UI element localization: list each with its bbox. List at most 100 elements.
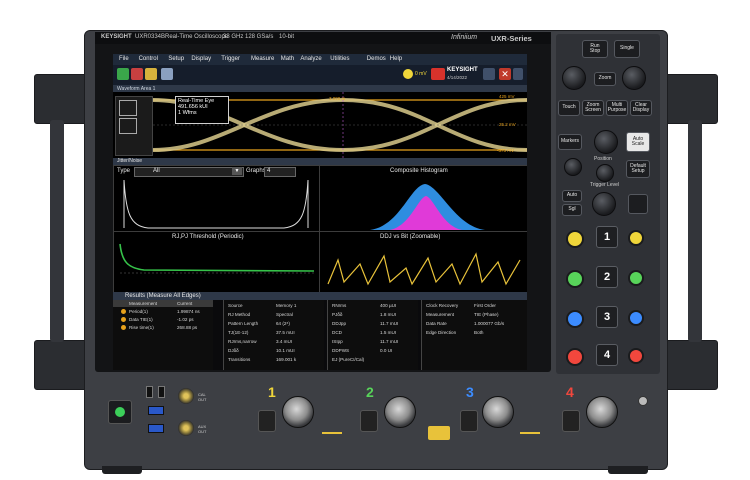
trigger-level-knob[interactable] <box>592 192 616 216</box>
table-row[interactable]: Period(1) 1.99874 ns <box>113 308 213 315</box>
table-row[interactable]: Rise time(1) 268.88 ps <box>113 324 213 331</box>
ground-terminal[interactable] <box>638 396 648 406</box>
single-trigger-button[interactable]: Sgl <box>562 204 582 216</box>
power-button[interactable] <box>108 400 132 424</box>
default-setup-button[interactable]: Default Setup <box>626 160 650 178</box>
usb-port-2[interactable] <box>148 424 164 433</box>
result-value: 3.4 mUI <box>276 339 293 344</box>
channel-3-offset-knob[interactable] <box>628 310 644 326</box>
zoom-button[interactable]: Zoom <box>594 72 616 86</box>
horizontal-scale-knob[interactable] <box>562 66 586 90</box>
table-row[interactable]: Data TIE(1) -1.02 ps <box>113 316 213 323</box>
menu-item-display[interactable]: Display <box>191 56 211 62</box>
eye-tab-icon <box>119 100 137 116</box>
position-knob[interactable] <box>564 158 582 176</box>
menu-item-setup[interactable]: Setup <box>168 56 184 62</box>
touch-button[interactable]: Touch <box>558 100 580 116</box>
channel-2-scale-knob[interactable] <box>566 270 584 288</box>
measure-toolbar-button[interactable] <box>161 68 173 80</box>
channel-3-probe-latch[interactable] <box>460 410 478 432</box>
channel-3-input-connector[interactable] <box>482 396 514 428</box>
menu-item-trigger[interactable]: Trigger <box>221 56 240 62</box>
results-table[interactable]: Measurement Current Period(1) 1.99874 ns… <box>113 300 213 370</box>
menu-item-file[interactable]: File <box>119 56 129 62</box>
menu-item-demos[interactable]: Demos <box>367 56 386 62</box>
markers-button[interactable]: Markers <box>558 134 582 150</box>
channel-1-input-connector[interactable] <box>282 396 314 428</box>
minimize-button[interactable] <box>483 68 495 80</box>
channel-1-button[interactable]: 1 <box>596 226 618 248</box>
waveform-panel[interactable]: Real-Time Eye 491.656 kUI 1 Wfms 3.000 m… <box>113 92 527 159</box>
channel-3-indicator <box>520 432 540 434</box>
display-screen[interactable]: File Control Setup Display Trigger Measure Mat… <box>113 54 527 370</box>
channel-2-probe-latch[interactable] <box>360 410 378 432</box>
position-knob-2[interactable] <box>596 164 614 182</box>
channel-4-offset-knob[interactable] <box>628 348 644 364</box>
rj-histogram-svg <box>123 179 309 229</box>
run-stop-button[interactable]: Run Stop <box>582 40 608 58</box>
channel-1-scale-knob[interactable] <box>566 230 584 248</box>
zoom-screen-button[interactable]: Zoom Screen <box>582 100 604 116</box>
menu-item-analyze[interactable]: Analyze <box>300 56 321 62</box>
channel-4-probe-latch[interactable] <box>562 410 580 432</box>
type-label: Type <box>117 168 131 174</box>
expand-button[interactable] <box>513 68 523 80</box>
channel-2-input-connector[interactable] <box>384 396 416 428</box>
auto-scale-button[interactable]: Auto Scale <box>626 132 650 152</box>
type-dropdown[interactable]: All <box>134 167 244 177</box>
channel-3-scale-knob[interactable] <box>566 310 584 328</box>
marker-knob[interactable] <box>594 130 618 154</box>
graphs-dropdown-value: 4 <box>267 168 271 174</box>
right-handle[interactable] <box>688 120 702 342</box>
series-name: UXR-Series <box>491 34 532 43</box>
channel-3-button[interactable]: 3 <box>596 306 618 328</box>
stop-toolbar-button[interactable] <box>131 68 143 80</box>
jitter-controls-panel: Type All ▼ Graphs 4 <box>113 165 320 233</box>
clear-display-button[interactable]: Clear Display <box>630 100 652 116</box>
channel-1-input-label: 1 <box>268 384 276 400</box>
single-button[interactable]: Single <box>614 40 640 58</box>
result-value: Memory 1 <box>276 303 297 308</box>
usb-port-1[interactable] <box>148 406 164 415</box>
list-item: ISIpp 11.7 mUI <box>330 339 418 347</box>
auto-trigger-button[interactable]: Auto <box>562 190 582 202</box>
channel-2-button[interactable]: 2 <box>596 266 618 288</box>
channel-1-offset-knob[interactable] <box>628 230 644 246</box>
menu-item-help[interactable]: Help <box>390 56 402 62</box>
menu-item-math[interactable]: Math <box>281 56 294 62</box>
rj-pj-svg <box>119 243 315 274</box>
menu-item-control[interactable]: Control <box>139 56 158 62</box>
run-toolbar-button[interactable] <box>117 68 129 80</box>
waveform-area-bar: Waveform Area 1 <box>113 85 527 92</box>
horizontal-position-knob[interactable] <box>622 66 646 90</box>
channel-1-probe-latch[interactable] <box>258 410 276 432</box>
channel-4-button[interactable]: 4 <box>596 344 618 366</box>
channel-2-offset-knob[interactable] <box>628 270 644 286</box>
aux-out-connector[interactable] <box>178 420 194 436</box>
type-dropdown-arrow-icon[interactable]: ▼ <box>232 167 242 175</box>
ddj-panel[interactable]: DDJ vs Bit (Zoomable) <box>319 231 527 293</box>
list-item: Clock Recovery First Order <box>424 303 527 311</box>
usb-port-small-2[interactable] <box>158 386 165 398</box>
menu-item-utilities[interactable]: Utilities <box>330 56 349 62</box>
row-value: 268.88 ps <box>177 325 198 330</box>
rj-pj-panel[interactable]: RJ,PJ Threshold (Periodic) <box>113 231 320 293</box>
channel-4-input-connector[interactable] <box>586 396 618 428</box>
close-button[interactable]: ✕ <box>499 68 511 80</box>
list-item: RJrms,narrow 3.4 mUI <box>226 339 324 347</box>
usb-port-small-1[interactable] <box>146 386 153 398</box>
menu-item-measure[interactable]: Measure <box>251 56 274 62</box>
left-handle[interactable] <box>50 120 64 342</box>
multi-purpose-button[interactable]: Multi Purpose <box>606 100 628 116</box>
single-toolbar-button[interactable] <box>145 68 157 80</box>
composite-histogram-panel[interactable]: Composite Histogram <box>319 165 527 233</box>
cal-out-label: CAL OUT <box>198 392 207 402</box>
channel-4-scale-knob[interactable] <box>566 348 584 366</box>
trigger-indicator-icon[interactable] <box>403 69 413 79</box>
bezel-top-strip: KEYSIGHT UXR0334B Real-Time Oscilloscope… <box>95 32 551 44</box>
bits-label: 10-bit <box>279 34 295 40</box>
cal-out-connector[interactable] <box>178 388 194 404</box>
trigger-menu-button[interactable] <box>628 194 648 214</box>
graphs-dropdown[interactable]: 4 <box>264 167 296 177</box>
result-key: RNrms <box>332 303 347 308</box>
